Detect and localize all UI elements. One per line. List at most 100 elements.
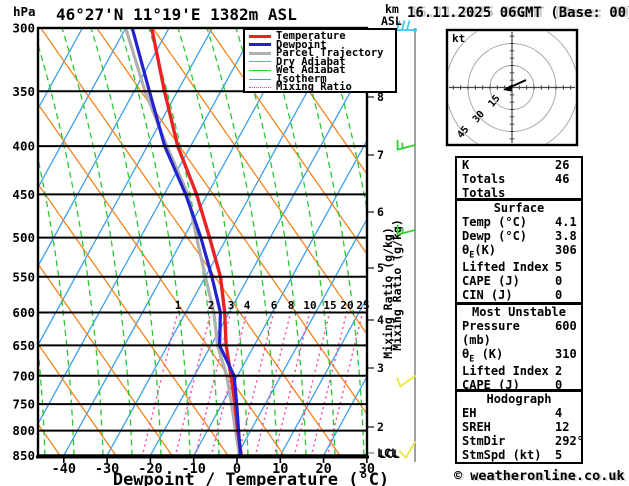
table-row-label: Lifted Index	[462, 260, 549, 275]
lcl-label: LCL	[377, 446, 398, 460]
table-row-value: 310	[555, 347, 577, 361]
table-row: Temp (°C) 4.1	[457, 215, 581, 229]
pressure-tick-label: 350	[12, 84, 35, 99]
wind-barb	[396, 139, 416, 151]
hodograph-unit-label: kt	[452, 32, 465, 45]
table-row: K 26	[457, 158, 581, 172]
table-row-label: Pressure (mb)	[462, 319, 520, 347]
mixing-ratio-value: 15	[323, 299, 336, 312]
copyright: © weatheronline.co.uk	[454, 468, 625, 484]
mixing-ratio-value: 4	[244, 299, 251, 312]
mixing-ratio-line	[327, 310, 364, 454]
table-row: Totals Totals 46	[457, 172, 581, 200]
table-row: StmSpd (kt) 5	[457, 448, 581, 462]
pressure-axis-unit: hPa	[13, 4, 36, 19]
table-row: Lifted Index 5	[457, 260, 581, 274]
table-row: Dewp (°C) 3.8	[457, 229, 581, 243]
table-row-label: SREH	[462, 420, 491, 434]
table-row-value: 12	[555, 420, 570, 434]
km-tick-label: 3	[377, 361, 384, 375]
table-row-value: 3.8	[555, 229, 577, 243]
legend-item: Mixing Ratio	[249, 81, 395, 94]
table-row-value: 5	[555, 448, 563, 462]
indices-table-hodograph: Hodograph EH 4 SREH 12 StmDir 292° StmSpd (kt) 5	[455, 390, 584, 464]
table-row-label: CAPE (J)	[462, 274, 520, 289]
table-row-value: 5	[555, 260, 563, 275]
pressure-tick-label: 700	[12, 368, 35, 383]
temperature-tick-label: -40	[52, 461, 76, 477]
table-row-label: CIN (J)	[462, 288, 513, 303]
mixing-ratio-value: 8	[288, 299, 295, 312]
legend-line-sample	[249, 43, 271, 47]
table-row-value: 292°	[555, 434, 584, 448]
km-tick-label: 7	[377, 148, 384, 162]
table-row: θE(K) 306	[457, 243, 581, 260]
table-row-label: Dewp (°C)	[462, 229, 528, 243]
pressure-tick-label: 750	[12, 397, 35, 412]
table-row-value: 4.1	[555, 215, 577, 229]
mixing-ratio-value: 1	[175, 299, 182, 312]
pressure-tick-label: 550	[12, 269, 35, 284]
mixing-ratio-value: 2	[208, 299, 215, 312]
legend-line-sample	[249, 78, 271, 80]
wind-barb-full-tick	[398, 450, 407, 459]
table-row-value: 26	[555, 158, 570, 172]
table-row: Pressure (mb) 600	[457, 319, 581, 347]
mixing-ratio-value: 3	[228, 299, 235, 312]
wind-barb	[398, 441, 416, 459]
legend-dotted-sample	[249, 87, 271, 89]
legend-line-sample	[249, 34, 271, 38]
table-row: CIN (J) 0	[457, 288, 581, 302]
pressure-tick-label: 400	[12, 139, 35, 154]
table-row-label: Totals Totals	[462, 172, 506, 200]
table-section-header: Surface	[493, 201, 545, 215]
mixing-ratio-value: 10	[303, 299, 316, 312]
table-row-label: K	[462, 158, 470, 172]
pressure-tick-label: 500	[12, 230, 35, 245]
table-row-label: θE(K)	[462, 243, 497, 261]
legend-item-label: Mixing Ratio	[276, 81, 352, 94]
table-row: SREH 12	[457, 420, 581, 434]
mixing-ratio-value: 20	[340, 299, 353, 312]
pressure-tick-label: 600	[12, 305, 35, 320]
table-row-label: StmSpd (kt)	[462, 448, 542, 462]
datetime-label: 16.11.2025 06GMT (Base: 00)	[407, 5, 629, 21]
mixing-ratio-value: 6	[271, 299, 278, 312]
pressure-tick-labels: 300 350 400 450 500 550 600 650 700 750 800 850	[12, 21, 35, 464]
mixing-ratio-line	[294, 310, 331, 454]
table-row-value: 0	[555, 274, 563, 289]
mixing-axis-label: Mixing Ratio (g/kg)	[390, 219, 404, 351]
table-row: θE (K) 310	[457, 347, 581, 364]
table-row-value: 0	[555, 288, 563, 303]
mixing-ratio-line	[311, 310, 348, 454]
pressure-tick-label: 800	[12, 423, 35, 438]
mixing-ratio-labels: 1 2 3 4 6 8 10 15 20 25	[175, 299, 370, 312]
indices-table-surface: Surface Temp (°C) 4.1 Dewp (°C) 3.8 θE(K) 306 L…	[455, 199, 583, 304]
table-row-label: StmDir	[462, 434, 506, 448]
theta-e-subscript: E	[469, 250, 475, 261]
indices-table-most-unstable: Most Unstable Pressure (mb) 600 θE (K) 310 Li…	[455, 303, 583, 406]
table-section-header: Most Unstable	[472, 305, 566, 319]
wind-barb-origin-dot	[413, 28, 417, 32]
table-row: EH 4	[457, 406, 581, 420]
wind-barb	[396, 375, 416, 388]
x-axis-label: Dewpoint / Temperature (°C)	[113, 470, 389, 486]
indices-table-general: K26Totals Totals46PW (cm)1.28	[455, 156, 584, 214]
table-row-label: θE (K)	[462, 347, 504, 365]
table-row-label: Lifted Index	[462, 364, 549, 379]
altitude-unit-asl: ASL	[381, 14, 402, 28]
legend: Temperature Dewpoint Parcel Trajectory Dry …	[243, 28, 397, 93]
table-row-label: EH	[462, 406, 477, 420]
table-row-label: Temp (°C)	[462, 215, 528, 229]
pressure-tick-label: 650	[12, 338, 35, 353]
wind-barb-shaft	[399, 375, 416, 388]
table-row: CAPE (J) 0	[457, 274, 581, 288]
pressure-tick-label: 850	[12, 448, 35, 463]
wind-barb-shaft	[396, 144, 416, 151]
km-tick-label: 2	[377, 420, 384, 434]
legend-line-sample	[249, 69, 271, 71]
table-row-value: 306	[555, 243, 577, 257]
wind-barb-full-tick	[401, 20, 406, 31]
pressure-tick-label: 450	[12, 187, 35, 202]
table-row-value: 46	[555, 172, 570, 186]
